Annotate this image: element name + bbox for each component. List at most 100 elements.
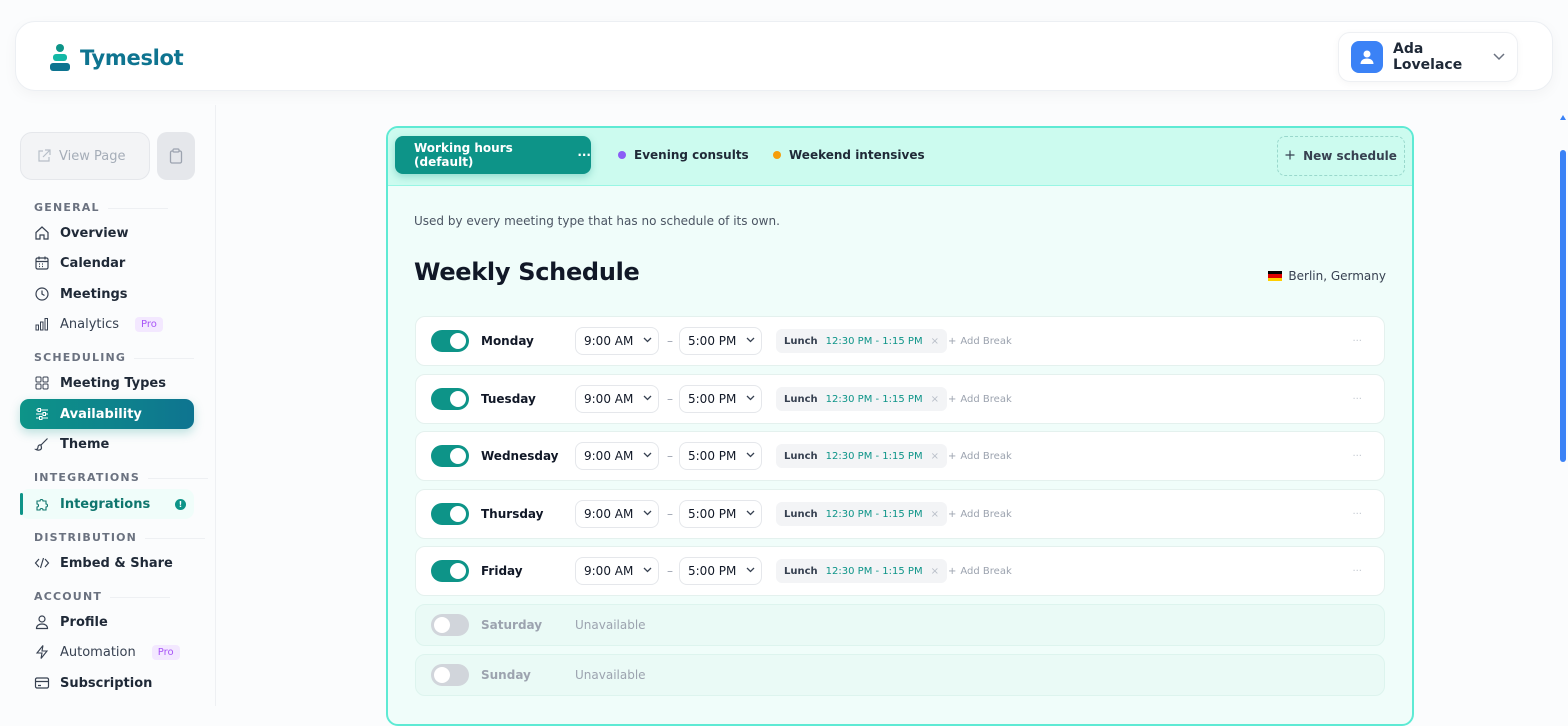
sliders-icon [36,408,48,420]
time-separator: – [667,564,673,578]
day-toggle[interactable] [431,614,469,636]
start-time-select[interactable]: 9:00 AM [575,557,659,585]
tab-evening-consults[interactable]: Evening consults [618,136,749,174]
chevron-down-icon [746,509,755,519]
tab-working-hours[interactable]: Working hours (default) ··· [395,136,591,174]
timezone-selector[interactable]: Berlin, Germany [1268,269,1386,283]
break-chip: Lunch 12:30 PM - 1:15 PM × [776,387,947,411]
sidebar-item-integrations[interactable]: Integrations ! [20,489,194,519]
start-time-select[interactable]: 9:00 AM [575,442,659,470]
day-toggle[interactable] [431,388,469,410]
new-schedule-button[interactable]: New schedule [1277,136,1405,176]
day-toggle[interactable] [431,664,469,686]
start-time-value: 9:00 AM [584,449,634,463]
row-more-icon[interactable]: ··· [1352,451,1362,462]
plus-icon: + [948,565,957,577]
section-integrations: INTEGRATIONS [34,471,208,484]
day-name: Thursday [481,507,544,521]
sidebar-item-overview[interactable]: Overview [20,218,194,248]
user-menu[interactable]: Ada Lovelace [1338,32,1518,82]
sidebar-item-availability[interactable]: Availability [20,399,194,429]
schedule-tabs: Working hours (default) ··· Evening cons… [388,128,1412,186]
day-toggle[interactable] [431,330,469,352]
chevron-down-icon [746,566,755,576]
sidebar-item-analytics[interactable]: Analytics Pro [20,309,194,339]
scroll-up-arrow-icon[interactable] [1560,115,1566,120]
schedule-card: Working hours (default) ··· Evening cons… [386,126,1414,726]
break-label: Lunch [784,393,818,405]
row-more-icon[interactable]: ··· [1352,509,1362,520]
remove-break-icon[interactable]: × [931,509,939,520]
view-page-label: View Page [59,148,126,164]
day-toggle[interactable] [431,445,469,467]
more-icon[interactable]: ··· [577,148,591,162]
end-time-select[interactable]: 5:00 PM [679,557,762,585]
scrollbar[interactable] [1560,150,1566,462]
bar-chart-icon [35,318,48,331]
add-break-label: Add Break [960,393,1012,405]
end-time-select[interactable]: 5:00 PM [679,385,762,413]
sidebar-item-meetings[interactable]: Meetings [20,279,194,309]
start-time-select[interactable]: 9:00 AM [575,385,659,413]
row-more-icon[interactable]: ··· [1352,566,1362,577]
end-time-select[interactable]: 5:00 PM [679,327,762,355]
tab-label: Evening consults [634,148,749,162]
break-time[interactable]: 12:30 PM - 1:15 PM [826,394,923,405]
add-break-button[interactable]: + Add Break [948,566,1012,577]
row-more-icon[interactable]: ··· [1352,336,1362,347]
sidebar-item-label: Theme [60,436,110,452]
break-chip: Lunch 12:30 PM - 1:15 PM × [776,502,947,526]
color-dot-icon [618,151,626,159]
time-separator: – [667,392,673,406]
start-time-select[interactable]: 9:00 AM [575,327,659,355]
row-more-icon[interactable]: ··· [1352,394,1362,405]
end-time-value: 5:00 PM [688,392,737,406]
chevron-down-icon [643,394,652,404]
sidebar-item-automation[interactable]: Automation Pro [20,637,194,667]
sidebar: View Page GENERAL Overview Calendar Meet… [0,105,216,706]
add-break-button[interactable]: + Add Break [948,509,1012,520]
start-time-value: 9:00 AM [584,334,634,348]
logo[interactable]: Tymeslot [50,44,184,72]
day-toggle[interactable] [431,560,469,582]
tab-weekend-intensives[interactable]: Weekend intensives [773,136,925,174]
new-schedule-label: New schedule [1303,149,1397,163]
break-time[interactable]: 12:30 PM - 1:15 PM [826,566,923,577]
sidebar-item-profile[interactable]: Profile [20,607,194,637]
chevron-down-icon [643,566,652,576]
break-label: Lunch [784,565,818,577]
clipboard-icon [169,148,183,164]
start-time-value: 9:00 AM [584,392,634,406]
view-page-button[interactable]: View Page [20,132,150,180]
sidebar-item-meeting-types[interactable]: Meeting Types [20,368,194,398]
remove-break-icon[interactable]: × [931,566,939,577]
add-break-button[interactable]: + Add Break [948,336,1012,347]
break-time[interactable]: 12:30 PM - 1:15 PM [826,451,923,462]
add-break-label: Add Break [960,508,1012,520]
sidebar-item-label: Profile [60,614,108,630]
break-chip: Lunch 12:30 PM - 1:15 PM × [776,329,947,353]
calendar-icon [35,256,49,270]
end-time-select[interactable]: 5:00 PM [679,442,762,470]
day-toggle[interactable] [431,503,469,525]
break-time[interactable]: 12:30 PM - 1:15 PM [826,509,923,520]
sidebar-item-embed-share[interactable]: Embed & Share [20,548,194,578]
add-break-button[interactable]: + Add Break [948,394,1012,405]
sidebar-item-theme[interactable]: Theme [20,429,194,459]
remove-break-icon[interactable]: × [931,336,939,347]
chevron-down-icon [643,451,652,461]
chevron-down-icon [643,336,652,346]
sidebar-item-subscription[interactable]: Subscription [20,668,194,698]
sidebar-item-label: Subscription [60,675,153,691]
break-time[interactable]: 12:30 PM - 1:15 PM [826,336,923,347]
end-time-select[interactable]: 5:00 PM [679,500,762,528]
add-break-button[interactable]: + Add Break [948,451,1012,462]
remove-break-icon[interactable]: × [931,394,939,405]
user-icon [1360,50,1374,64]
section-account: ACCOUNT [34,590,171,603]
sidebar-item-calendar[interactable]: Calendar [20,248,194,278]
remove-break-icon[interactable]: × [931,451,939,462]
copy-link-button[interactable] [157,132,195,180]
day-row-tuesday: Tuesday 9:00 AM – 5:00 PM Lunch 12:30 PM - 1:… [415,374,1385,424]
start-time-select[interactable]: 9:00 AM [575,500,659,528]
